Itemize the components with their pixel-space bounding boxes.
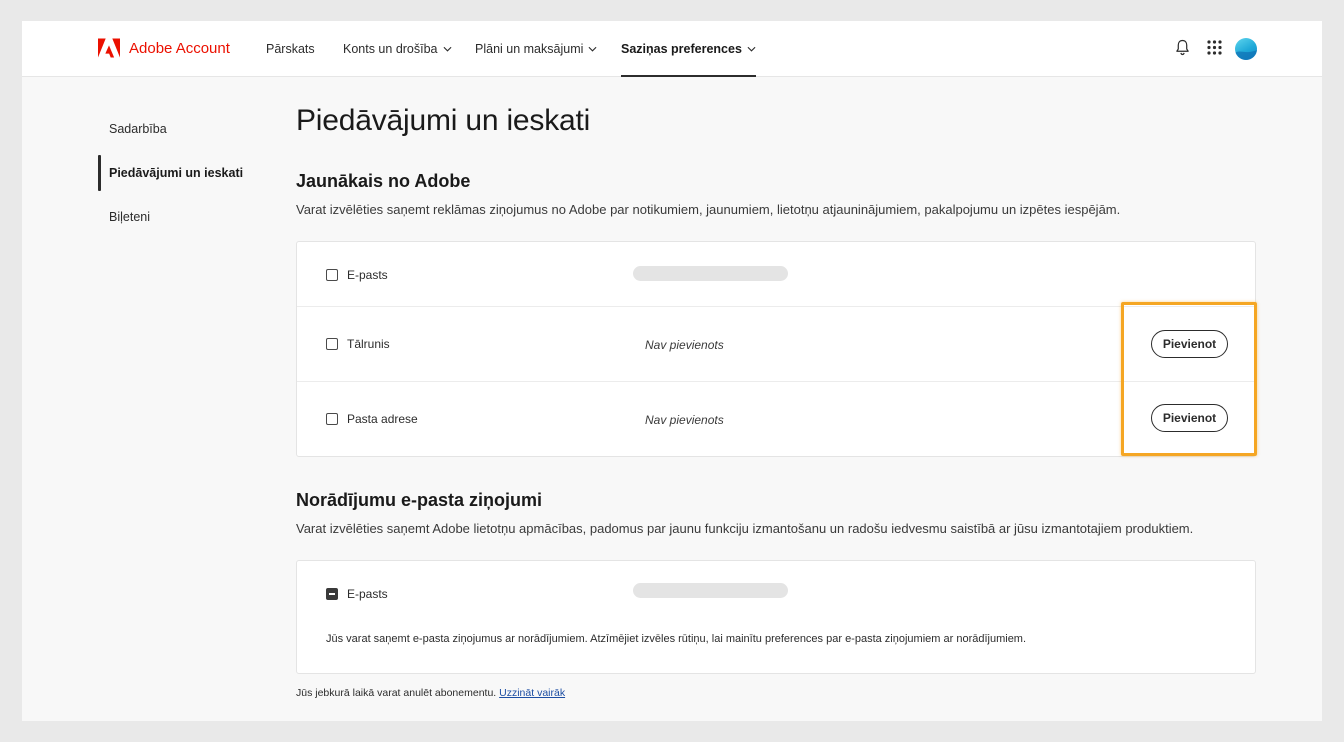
app-frame: Adobe Account Pārskats Konts un drošība …	[22, 21, 1322, 721]
brand[interactable]: Adobe Account	[98, 38, 230, 58]
section-title: Jaunākais no Adobe	[296, 171, 471, 191]
nav-communication-preferences[interactable]: Saziņas preferences	[621, 21, 756, 77]
guidance-email-checkbox[interactable]	[326, 588, 338, 600]
sidebar-item-newsletters[interactable]: Biļeteni	[98, 199, 258, 235]
sidebar: Sadarbība Piedāvājumi un ieskati Biļeten…	[98, 111, 258, 243]
row-value: Nav pievienots	[645, 413, 724, 427]
nav-communication-preferences-label: Saziņas preferences	[621, 42, 742, 56]
sidebar-item-collaboration[interactable]: Sadarbība	[98, 111, 258, 147]
sidebar-item-label: Sadarbība	[109, 122, 167, 136]
section-title: Norādījumu e-pasta ziņojumi	[296, 490, 543, 510]
page-title: Piedāvājumi un ieskati	[296, 104, 591, 137]
email-checkbox[interactable]	[326, 269, 338, 281]
brand-name: Adobe Account	[129, 39, 230, 57]
guidance-note: Jūs varat saņemt e-pasta ziņojumus ar no…	[326, 633, 1027, 645]
nav-plans-payments-label: Plāni un maksājumi	[475, 42, 584, 56]
row-label: Tālrunis	[347, 337, 390, 351]
row-label: E-pasts	[347, 587, 388, 601]
nav-plans-payments[interactable]: Plāni un maksājumi	[475, 21, 597, 77]
chevron-down-icon	[443, 46, 451, 52]
add-postal-address-button[interactable]: Pievienot	[1151, 404, 1228, 432]
section-guidance-emails: Norādījumu e-pasta ziņojumi Varat izvēlē…	[296, 490, 1193, 536]
bell-icon[interactable]	[1175, 39, 1190, 61]
row-value: Nav pievienots	[645, 338, 724, 352]
nav-overview[interactable]: Pārskats	[266, 21, 315, 77]
row-label: Pasta adrese	[347, 412, 418, 426]
latest-from-adobe-card: E-pasts Tālrunis Nav pievienots Pievieno…	[296, 241, 1256, 457]
main-content: Piedāvājumi un ieskati Jaunākais no Adob…	[296, 101, 1258, 674]
row-email: E-pasts	[297, 242, 1255, 307]
chevron-down-icon	[747, 46, 756, 52]
postal-address-checkbox[interactable]	[326, 413, 338, 425]
footer-note: Jūs jebkurā laikā varat anulēt abonement…	[296, 687, 565, 699]
add-phone-button[interactable]: Pievienot	[1151, 330, 1228, 358]
chevron-down-icon	[588, 46, 597, 52]
apps-grid-icon[interactable]	[1207, 40, 1222, 60]
section-description: Varat izvēlēties saņemt Adobe lietotņu a…	[296, 521, 1194, 536]
guidance-emails-card: E-pasts Jūs varat saņemt e-pasta ziņojum…	[296, 560, 1256, 674]
row-label: E-pasts	[347, 268, 388, 282]
nav-overview-label: Pārskats	[266, 42, 315, 56]
sidebar-item-offers-insights[interactable]: Piedāvājumi un ieskati	[98, 155, 258, 191]
footer-text: Jūs jebkurā laikā varat anulēt abonement…	[296, 687, 497, 699]
adobe-logo-icon	[98, 38, 120, 58]
phone-checkbox[interactable]	[326, 338, 338, 350]
row-phone: Tālrunis Nav pievienots Pievienot	[297, 307, 1255, 382]
learn-more-link[interactable]: Uzzināt vairāk	[499, 687, 565, 699]
row-postal-address: Pasta adrese Nav pievienots Pievienot	[297, 382, 1255, 456]
top-navigation: Adobe Account Pārskats Konts un drošība …	[22, 21, 1322, 77]
section-description: Varat izvēlēties saņemt reklāmas ziņojum…	[296, 202, 1121, 217]
email-value-placeholder	[633, 266, 788, 281]
sidebar-item-label: Biļeteni	[109, 210, 150, 224]
avatar-image-icon	[1235, 50, 1257, 60]
section-latest-from-adobe: Jaunākais no Adobe Varat izvēlēties saņe…	[296, 171, 1120, 217]
email-value-placeholder	[633, 583, 788, 598]
avatar[interactable]	[1235, 38, 1257, 60]
nav-account-security-label: Konts un drošība	[343, 42, 438, 56]
nav-account-security[interactable]: Konts un drošība	[343, 21, 452, 77]
sidebar-item-label: Piedāvājumi un ieskati	[109, 166, 244, 180]
